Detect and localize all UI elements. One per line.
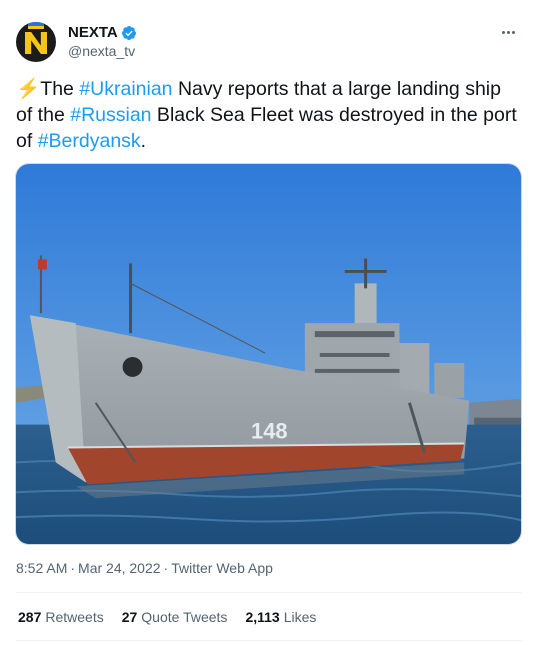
landing-ship-image: 148 — [16, 164, 521, 544]
retweets-count: 287 — [18, 609, 42, 625]
retweets-stat[interactable]: 287 Retweets — [18, 609, 104, 625]
tweet-text-segment: The — [40, 78, 80, 100]
hashtag-russian[interactable]: #Russian — [70, 104, 151, 126]
avatar[interactable] — [16, 22, 56, 62]
likes-label: Likes — [283, 609, 317, 625]
nexta-logo-icon — [25, 32, 47, 54]
ukraine-flag-bottom — [28, 26, 44, 29]
separator: · — [163, 560, 169, 576]
retweets-label: Retweets — [45, 609, 104, 625]
more-options-icon[interactable] — [496, 20, 520, 44]
tweet-photo[interactable]: 148 — [15, 163, 522, 545]
lightning-emoji-icon: ⚡ — [16, 78, 41, 100]
name-row: NEXTA — [68, 24, 137, 41]
engagement-stats: 287 Retweets 27 Quote Tweets 2,113 Likes — [18, 609, 316, 625]
separator: · — [70, 560, 76, 576]
display-name[interactable]: NEXTA — [68, 24, 118, 41]
quote-tweets-label: Quote Tweets — [141, 609, 228, 625]
tweet-source[interactable]: Twitter Web App — [171, 560, 273, 576]
quote-tweets-count: 27 — [121, 609, 138, 625]
tweet-metadata: 8:52 AM · Mar 24, 2022 · Twitter Web App — [16, 560, 273, 576]
quote-tweets-stat[interactable]: 27 Quote Tweets — [122, 609, 228, 625]
verified-badge-icon — [121, 25, 136, 40]
tweet-header: NEXTA @nexta_tv — [16, 12, 520, 62]
divider — [16, 640, 522, 641]
handle[interactable]: @nexta_tv — [68, 43, 135, 59]
hashtag-berdyansk[interactable]: #Berdyansk — [38, 130, 141, 152]
likes-stat[interactable]: 2,113 Likes — [245, 609, 316, 625]
tweet-text-segment: . — [140, 130, 147, 152]
hashtag-ukrainian[interactable]: #Ukrainian — [79, 78, 172, 100]
likes-count: 2,113 — [245, 609, 280, 625]
hull-number: 148 — [251, 419, 288, 444]
tweet-date[interactable]: Mar 24, 2022 — [78, 560, 161, 576]
tweet-text: ⚡The #Ukrainian Navy reports that a larg… — [16, 76, 522, 154]
divider — [16, 592, 522, 593]
tweet-time[interactable]: 8:52 AM — [16, 560, 67, 576]
